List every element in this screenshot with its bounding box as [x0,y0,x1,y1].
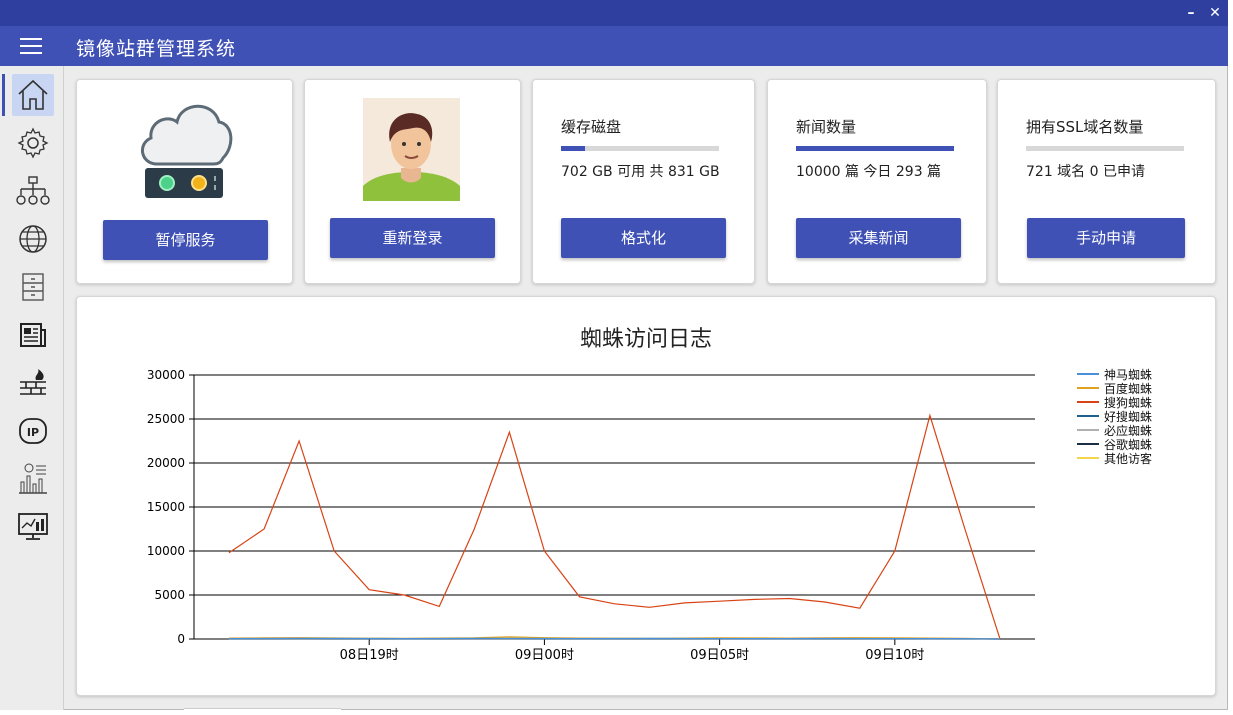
stats-icon [19,463,47,494]
news-progress [796,146,954,151]
disk-card: 缓存磁盘 702 GB 可用 共 831 GB 格式化 [532,79,755,284]
gear-icon [17,127,49,159]
sidebar-item-news[interactable] [12,314,54,356]
menu-icon[interactable] [20,38,42,54]
sitemap-icon [16,176,50,205]
y-tick-label: 20000 [147,456,185,470]
news-label: 新闻数量 [796,118,857,136]
disk-value: 702 GB 可用 共 831 GB [561,164,720,180]
manual-apply-button[interactable]: 手动申请 [1027,218,1185,258]
home-icon [18,79,48,110]
y-tick-label: 10000 [147,544,185,558]
legend-swatch [1077,415,1099,417]
globe-icon [19,225,47,253]
ssl-value: 721 域名 0 已申请 [1026,164,1145,180]
service-card: 暂停服务 [76,79,293,284]
legend-swatch [1077,373,1099,375]
bottom-fragment [184,708,341,715]
ssl-progress [1026,146,1184,151]
minimize-button[interactable]: – [1181,4,1201,22]
window-caption-strip [0,0,1228,26]
x-tick-label: 09日00时 [515,648,574,663]
legend-swatch [1077,457,1099,459]
news-icon [20,323,46,347]
sidebar-item-sitemap[interactable] [12,170,54,212]
app-window: – ✕ 镜像站群管理系统 IP 暂停服务 重新登录 缓存磁盘 702 GB 可用… [0,0,1228,715]
collect-news-button[interactable]: 采集新闻 [796,218,961,258]
format-button[interactable]: 格式化 [561,218,726,258]
series-line [228,637,1001,640]
x-tick-label: 09日10时 [865,648,924,663]
cabinet-icon [22,273,44,301]
spider-log-chart: 0 5000 10000 15000 20000 25000 30000 08日19时 09日0… [147,368,1035,663]
x-tick-label: 08日19时 [340,648,399,663]
legend-swatch [1077,443,1099,445]
legend-label: 其他访客 [1104,451,1153,466]
sidebar-item-ip[interactable]: IP [12,410,54,452]
ip-icon: IP [19,418,47,444]
y-tick-label: 25000 [147,412,185,426]
sidebar-item-home[interactable] [2,74,54,116]
login-card: 重新登录 [304,79,521,284]
x-tick-label: 09日05时 [690,648,749,663]
legend-swatch [1077,401,1099,403]
news-progress-fill [796,146,954,151]
chart-legend: 神马蜘蛛 百度蜘蛛 搜狗蜘蛛 好搜蜘蛛 必应蜘蛛 谷歌蜘蛛 其他访客 [1077,367,1153,466]
y-tick-label: 5000 [154,588,185,602]
close-button[interactable]: ✕ [1205,4,1225,22]
news-card: 新闻数量 10000 篇 今日 293 篇 采集新闻 [767,79,987,284]
ssl-label: 拥有SSL域名数量 [1026,118,1144,136]
sidebar-item-monitor[interactable] [12,506,54,548]
series-line [228,413,1001,640]
app-title: 镜像站群管理系统 [76,38,237,60]
disk-progress [561,146,719,151]
y-tick-label: 0 [177,632,185,646]
legend-swatch [1077,387,1099,389]
monitor-chart-icon [18,513,48,540]
firewall-icon [20,369,46,395]
disk-label: 缓存磁盘 [561,118,622,136]
y-tick-label: 30000 [147,368,185,382]
sidebar-item-globe[interactable] [12,218,54,260]
pause-service-button[interactable]: 暂停服务 [103,220,268,260]
title-bar: – ✕ 镜像站群管理系统 [0,0,1228,66]
legend-swatch [1077,429,1099,431]
spider-log-card: 蜘蛛访问日志 0 5000 10000 15000 20000 25000 30000 08日… [76,296,1216,696]
legend-item: 其他访客 [1077,451,1153,466]
avatar [363,98,460,201]
relogin-button[interactable]: 重新登录 [330,218,495,258]
sidebar-item-firewall[interactable] [12,362,54,404]
sidebar-item-stats[interactable] [12,458,54,500]
sidebar-item-storage[interactable] [12,266,54,308]
cloud-server-icon [141,104,233,198]
sidebar-item-settings[interactable] [12,122,54,164]
ssl-card: 拥有SSL域名数量 721 域名 0 已申请 手动申请 [997,79,1216,284]
news-value: 10000 篇 今日 293 篇 [796,164,942,180]
y-tick-label: 15000 [147,500,185,514]
svg-text:IP: IP [27,426,39,439]
sidebar: IP [0,66,64,710]
disk-progress-fill [561,146,586,151]
